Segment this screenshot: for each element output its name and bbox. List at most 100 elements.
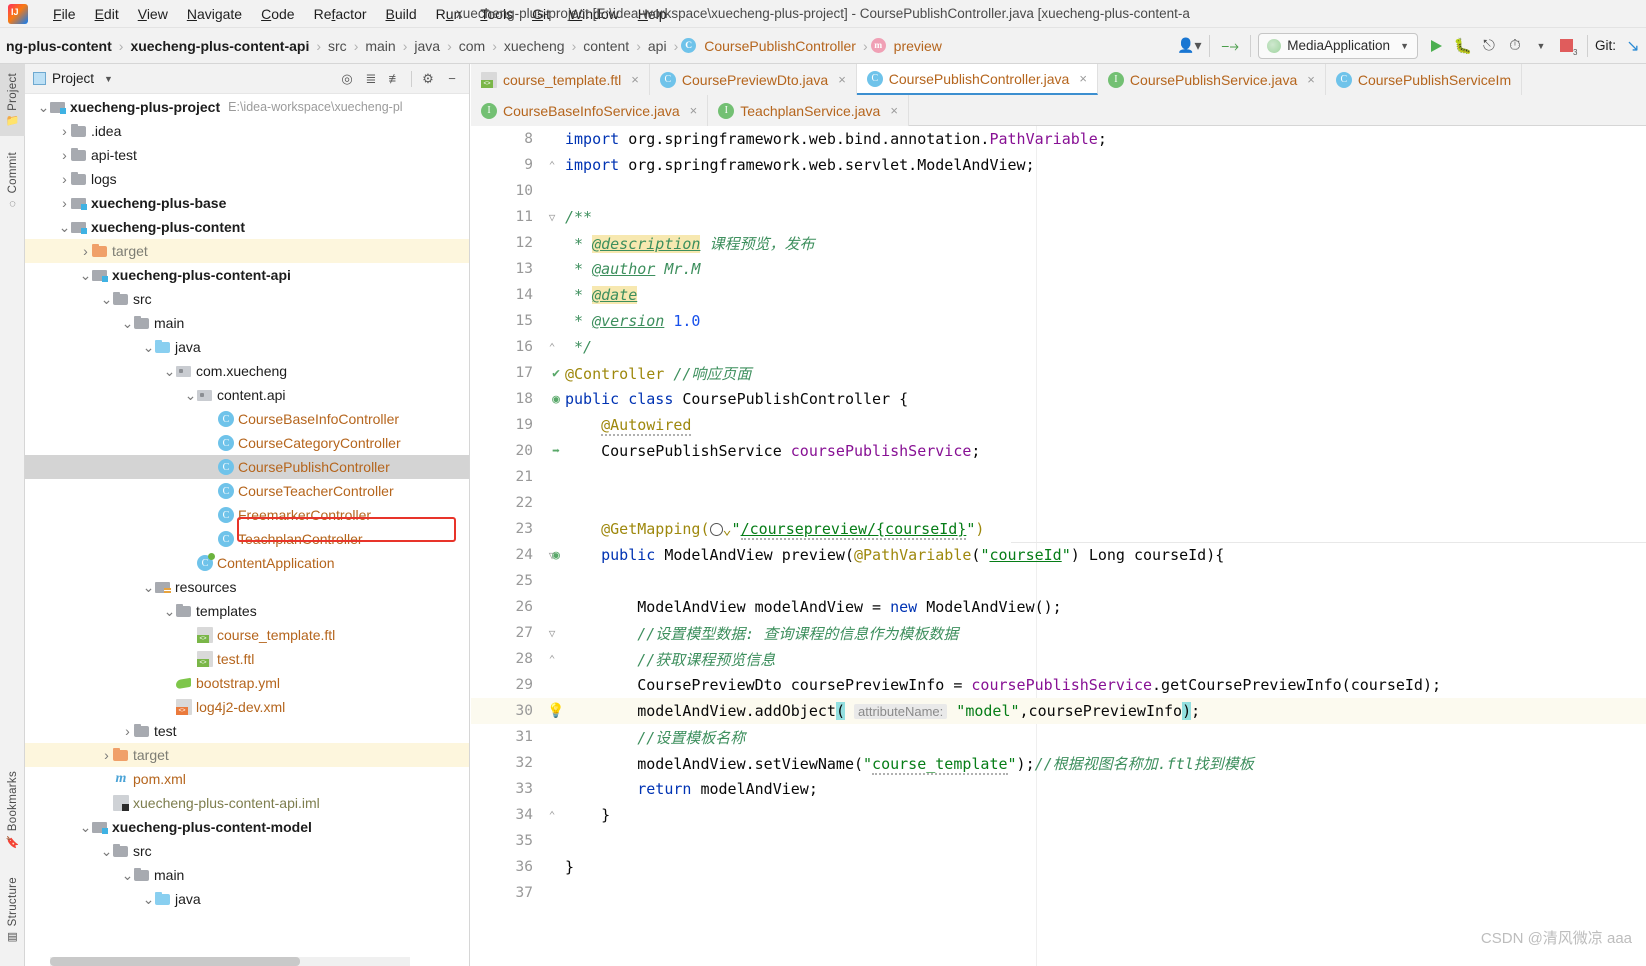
git-update-project-icon[interactable]: ↘ xyxy=(1620,33,1646,59)
chevron-down-icon[interactable]: ⌄ xyxy=(121,867,134,884)
tree-node[interactable]: ⌄ java xyxy=(25,335,469,359)
tree-node[interactable]: ⌄ main xyxy=(25,311,469,335)
close-icon[interactable]: × xyxy=(838,72,846,87)
tree-node[interactable]: C CourseCategoryController xyxy=(25,431,469,455)
code-line[interactable]: 33 return modelAndView; xyxy=(471,776,1646,802)
tree-node[interactable]: ⌄ resources xyxy=(25,575,469,599)
code-line[interactable]: 37 xyxy=(471,880,1646,906)
editor-tab[interactable]: I CourseBaseInfoService.java × xyxy=(471,95,709,126)
collapse-all-icon[interactable]: ≢ xyxy=(384,68,406,90)
close-icon[interactable]: × xyxy=(690,103,698,118)
sidebar-item-bookmarks[interactable]: Bookmarks 🔖 xyxy=(0,764,25,856)
code-line[interactable]: 10 xyxy=(471,178,1646,204)
line-number-gutter[interactable]: 23 xyxy=(471,516,539,542)
code-folding-marker[interactable]: ⌃ xyxy=(539,653,565,666)
tree-node[interactable]: C CourseTeacherController xyxy=(25,479,469,503)
tree-node[interactable]: xuecheng-plus-content-api.iml xyxy=(25,791,469,815)
menu-file[interactable]: File xyxy=(44,3,85,25)
tree-node[interactable]: › test xyxy=(25,719,469,743)
line-number-gutter[interactable]: 31 xyxy=(471,724,539,750)
tree-node[interactable]: ⌄ templates xyxy=(25,599,469,623)
tree-node[interactable]: › .idea xyxy=(25,119,469,143)
code-line[interactable]: 11 ▽/** xyxy=(471,204,1646,230)
tree-node[interactable]: C CoursePublishController xyxy=(25,455,469,479)
expand-all-icon[interactable]: ≣ xyxy=(360,68,382,90)
tree-node[interactable]: C FreemarkerController xyxy=(25,503,469,527)
line-number-gutter[interactable]: 35 xyxy=(471,828,539,854)
line-number-gutter[interactable]: 17 ✔ xyxy=(471,360,560,386)
tree-node[interactable]: m pom.xml xyxy=(25,767,469,791)
line-number-gutter[interactable]: 33 xyxy=(471,776,539,802)
gutter-run-icon[interactable]: ◉ xyxy=(547,546,565,564)
tree-node[interactable]: ⌄ src xyxy=(25,287,469,311)
tree-node[interactable]: ⌄ xuecheng-plus-content xyxy=(25,215,469,239)
code-line[interactable]: 27 ▽ //设置模型数据: 查询课程的信息作为模板数据 xyxy=(471,620,1646,646)
code-line[interactable]: 15 * @version 1.0 xyxy=(471,308,1646,334)
close-icon[interactable]: × xyxy=(1307,72,1315,87)
code-line[interactable]: 13 * @author Mr.M xyxy=(471,256,1646,282)
line-number-gutter[interactable]: 18 ◉ xyxy=(471,386,560,412)
line-number-gutter[interactable]: 10 xyxy=(471,178,539,204)
sidebar-item-commit[interactable]: Commit ◌ xyxy=(0,144,25,218)
project-tree[interactable]: ⌄ xuecheng-plus-project E:\idea-workspace\… xyxy=(25,94,469,911)
code-line[interactable]: 16 ⌃ */ xyxy=(471,334,1646,360)
code-folding-marker[interactable]: ⌃ xyxy=(539,809,565,822)
chevron-down-icon[interactable]: ⌄ xyxy=(142,579,155,596)
breadcrumb-item-api[interactable]: api › xyxy=(644,36,681,56)
stop-button[interactable] xyxy=(1554,33,1580,59)
line-number-gutter[interactable]: 15 xyxy=(471,308,539,334)
tree-node[interactable]: ⌄ xuecheng-plus-project E:\idea-workspace\… xyxy=(25,95,469,119)
tree-node[interactable]: › api-test xyxy=(25,143,469,167)
menu-refactor[interactable]: Refactor xyxy=(305,3,376,25)
close-icon[interactable]: × xyxy=(1079,71,1087,86)
chevron-down-icon[interactable]: ⌄ xyxy=(121,315,134,332)
line-number-gutter[interactable]: 22 xyxy=(471,490,539,516)
chevron-right-icon[interactable]: › xyxy=(79,243,92,259)
line-number-gutter[interactable]: 12 xyxy=(471,230,539,256)
tree-node[interactable]: ⌄ main xyxy=(25,863,469,887)
line-number-gutter[interactable]: 11 xyxy=(471,204,539,230)
code-line[interactable]: 36} xyxy=(471,854,1646,880)
close-icon[interactable]: × xyxy=(631,72,639,87)
line-number-gutter[interactable]: 26 xyxy=(471,594,539,620)
chevron-right-icon[interactable]: › xyxy=(58,171,71,187)
code-editor[interactable]: 8 import org.springframework.web.bind.ann… xyxy=(471,126,1646,966)
code-line[interactable]: 30 💡 modelAndView.addObject( attributeNam… xyxy=(471,698,1646,724)
chevron-down-icon[interactable]: ⌄ xyxy=(163,363,176,380)
tree-node[interactable]: C TeachplanController xyxy=(25,527,469,551)
breadcrumb-item-com[interactable]: com › xyxy=(455,36,500,56)
chevron-down-icon[interactable]: ⌄ xyxy=(58,219,71,236)
code-line[interactable]: 14 * @date xyxy=(471,282,1646,308)
code-folding-marker[interactable]: ▽ xyxy=(539,627,565,640)
code-line[interactable]: 34 ⌃ } xyxy=(471,802,1646,828)
tree-node[interactable]: ⌄ content.api xyxy=(25,383,469,407)
line-number-gutter[interactable]: 20 ➡ xyxy=(471,438,560,464)
chevron-down-icon[interactable]: ⌄ xyxy=(37,99,50,116)
breadcrumb-item-xuecheng[interactable]: xuecheng › xyxy=(500,36,579,56)
scrollbar-thumb[interactable] xyxy=(50,957,300,966)
code-line[interactable]: 17 ✔ @Controller //响应页面 xyxy=(471,360,1646,386)
chevron-down-icon[interactable]: ⌄ xyxy=(163,603,176,620)
run-configuration-selector[interactable]: MediaApplication ▼ xyxy=(1258,32,1418,59)
line-number-gutter[interactable]: 32 xyxy=(471,750,539,776)
gutter-run-icon[interactable]: ➡ xyxy=(547,442,565,460)
code-line[interactable]: 19 @Autowired xyxy=(471,412,1646,438)
breadcrumb-item-coursepublishcontroller[interactable]: C CoursePublishController › xyxy=(681,36,870,56)
code-line[interactable]: 8 import org.springframework.web.bind.ann… xyxy=(471,126,1646,152)
tree-node[interactable]: › xuecheng-plus-base xyxy=(25,191,469,215)
build-hammer-icon[interactable]: ⤍ xyxy=(1217,33,1243,59)
menu-navigate[interactable]: Navigate xyxy=(178,3,251,25)
breadcrumb-item-preview[interactable]: m preview xyxy=(870,36,946,56)
menu-view[interactable]: View xyxy=(129,3,177,25)
line-number-gutter[interactable]: 16 xyxy=(471,334,539,360)
code-line[interactable]: 9 ⌃ import org.springframework.web.servlet… xyxy=(471,152,1646,178)
close-icon[interactable]: × xyxy=(890,103,898,118)
line-number-gutter[interactable]: 36 xyxy=(471,854,539,880)
line-number-gutter[interactable]: 25 xyxy=(471,568,539,594)
chevron-down-icon[interactable]: ⌄ xyxy=(79,267,92,284)
chevron-down-icon[interactable]: ⌄ xyxy=(142,891,155,908)
editor-tab[interactable]: course_template.ftl × xyxy=(471,64,650,95)
line-number-gutter[interactable]: 14 xyxy=(471,282,539,308)
tree-node[interactable]: course_template.ftl xyxy=(25,623,469,647)
tree-node[interactable]: C CourseBaseInfoController xyxy=(25,407,469,431)
